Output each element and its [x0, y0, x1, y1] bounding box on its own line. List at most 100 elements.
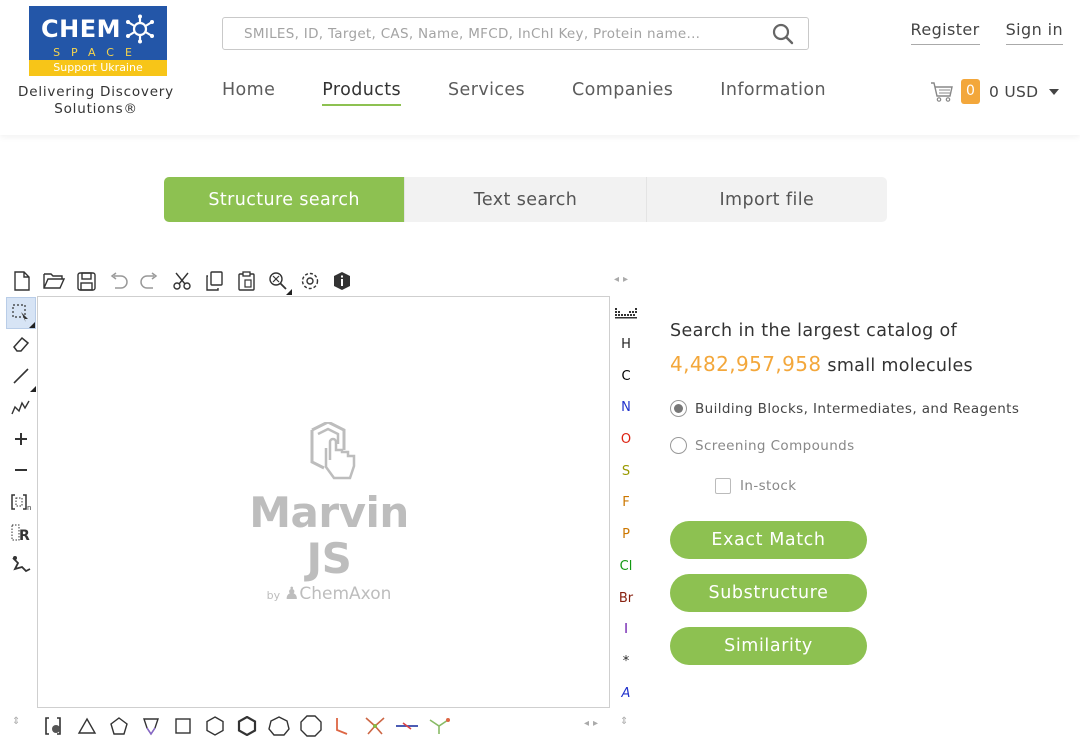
- heptagon-ring-icon[interactable]: [264, 711, 293, 740]
- radio-building-blocks[interactable]: [670, 400, 687, 417]
- molecule-count: 4,482,957,958: [670, 352, 822, 376]
- option-screening-compounds-label: Screening Compounds: [695, 437, 855, 454]
- new-document-icon[interactable]: [8, 267, 36, 295]
- atom-p[interactable]: P: [610, 519, 642, 551]
- radio-screening-compounds[interactable]: [670, 437, 687, 454]
- settings-gear-icon[interactable]: [296, 267, 324, 295]
- copy-icon[interactable]: [200, 267, 228, 295]
- undo-icon[interactable]: [104, 267, 132, 295]
- tagline-line1: Delivering Discovery: [18, 84, 174, 100]
- atom-o[interactable]: O: [610, 424, 642, 456]
- zoom-icon[interactable]: [264, 267, 292, 295]
- search-icon[interactable]: [768, 19, 798, 49]
- tab-import-file[interactable]: Import file: [645, 177, 887, 222]
- atom-cl[interactable]: Cl: [610, 551, 642, 583]
- atom-br[interactable]: Br: [610, 582, 642, 614]
- charge-minus-icon[interactable]: [6, 455, 36, 487]
- bottom-toolbar-scroll-arrows[interactable]: ◂▸: [584, 718, 602, 729]
- marvin-js-watermark: Marvin JS by ♟ChemAxon: [239, 420, 419, 604]
- octagon-ring-icon[interactable]: [296, 711, 325, 740]
- chain-icon[interactable]: [6, 392, 36, 424]
- tab-structure-search[interactable]: Structure search: [164, 177, 405, 222]
- register-link[interactable]: Register: [910, 20, 980, 45]
- single-bond-icon[interactable]: [6, 360, 36, 392]
- redo-icon[interactable]: [136, 267, 164, 295]
- nav-companies[interactable]: Companies: [572, 80, 673, 106]
- catalog-headline: Search in the largest catalog of: [670, 321, 958, 341]
- checkbox-in-stock[interactable]: [715, 478, 731, 494]
- editor-atom-toolbar: H C N O S F P Cl Br I * A: [610, 297, 642, 709]
- sign-in-link[interactable]: Sign in: [1005, 20, 1063, 45]
- rgroup-icon[interactable]: R: [6, 518, 36, 550]
- cyclopentane-envelope-icon[interactable]: [136, 711, 165, 740]
- benzene-ring-icon[interactable]: [232, 711, 261, 740]
- nav-home[interactable]: Home: [222, 80, 275, 106]
- atom-h[interactable]: H: [610, 329, 642, 361]
- nav-services[interactable]: Services: [448, 80, 525, 106]
- atom-any[interactable]: *: [610, 646, 642, 678]
- eraser-icon[interactable]: [6, 329, 36, 361]
- marvin-vendor-line: by ♟ChemAxon: [239, 584, 419, 604]
- reaction-arrow-icon[interactable]: [6, 549, 36, 581]
- ring-template-icon[interactable]: [360, 711, 389, 740]
- cart-total: 0 USD: [989, 82, 1039, 101]
- site-header: CHEM SPACE Support Ukraine Delivering Di…: [0, 0, 1080, 135]
- hexagon-ring-icon[interactable]: [200, 711, 229, 740]
- marvin-title: Marvin JS: [249, 488, 409, 583]
- logo-word: CHEM: [41, 15, 121, 43]
- option-building-blocks-label: Building Blocks, Intermediates, and Reag…: [695, 400, 1020, 417]
- exact-match-button[interactable]: Exact Match: [670, 521, 867, 559]
- atom-c[interactable]: C: [610, 360, 642, 392]
- rectangle-select-icon[interactable]: [6, 297, 36, 329]
- molecule-count-suffix: small molecules: [827, 356, 973, 376]
- right-toolbar-scroll-arrows[interactable]: ⇕: [620, 716, 632, 727]
- atom-f[interactable]: F: [610, 487, 642, 519]
- svg-text:n: n: [27, 504, 31, 511]
- nav-products[interactable]: Products: [322, 80, 402, 106]
- cart[interactable]: 0 0 USD: [930, 79, 1060, 104]
- chevron-down-icon[interactable]: [1049, 88, 1060, 95]
- search-input[interactable]: [223, 18, 768, 49]
- option-in-stock[interactable]: In-stock: [715, 478, 1050, 494]
- square-ring-icon[interactable]: [168, 711, 197, 740]
- y-template-icon[interactable]: [424, 711, 453, 740]
- option-screening-compounds[interactable]: Screening Compounds: [670, 437, 1050, 454]
- molecule-gear-icon: [125, 14, 154, 44]
- similarity-button[interactable]: Similarity: [670, 627, 867, 665]
- top-toolbar-scroll-arrows[interactable]: ◂▸: [614, 274, 632, 285]
- sgroup-bracket-icon[interactable]: n: [6, 486, 36, 518]
- chemspace-logo[interactable]: CHEM SPACE Support Ukraine: [29, 6, 167, 82]
- editor-bottom-toolbar: [40, 711, 453, 740]
- paste-icon[interactable]: [232, 267, 260, 295]
- atom-s[interactable]: S: [610, 455, 642, 487]
- chemaxon-logo-icon: ♟: [284, 584, 300, 604]
- structure-drawing-canvas[interactable]: Marvin JS by ♟ChemAxon: [37, 296, 610, 708]
- template-library-icon[interactable]: [40, 711, 69, 740]
- pentagon-ring-icon[interactable]: [104, 711, 133, 740]
- main-nav: Home Products Services Companies Informa…: [222, 80, 873, 106]
- tagline-line2: Solutions®: [54, 101, 138, 117]
- catalog-count-line: 4,482,957,958 small molecules: [670, 352, 1050, 376]
- open-folder-icon[interactable]: [40, 267, 68, 295]
- save-icon[interactable]: [72, 267, 100, 295]
- atom-list-a[interactable]: A: [610, 677, 642, 709]
- charge-plus-icon[interactable]: [6, 423, 36, 455]
- nav-information[interactable]: Information: [720, 80, 826, 106]
- substructure-button[interactable]: Substructure: [670, 574, 867, 612]
- auth-links: Register Sign in: [910, 20, 1063, 45]
- dropdown-corner-icon: [286, 289, 292, 295]
- periodic-table-icon[interactable]: [610, 297, 642, 329]
- info-icon[interactable]: [328, 267, 356, 295]
- atom-n[interactable]: N: [610, 392, 642, 424]
- l-template-icon[interactable]: [328, 711, 357, 740]
- cart-count-badge: 0: [961, 79, 980, 104]
- chain-template-icon[interactable]: [392, 711, 421, 740]
- cart-icon[interactable]: [930, 81, 954, 103]
- tab-text-search[interactable]: Text search: [404, 177, 645, 222]
- left-toolbar-scroll-arrows[interactable]: ⇕: [12, 716, 24, 727]
- marvin-by: by: [266, 589, 281, 602]
- option-building-blocks[interactable]: Building Blocks, Intermediates, and Reag…: [670, 400, 1050, 417]
- triangle-ring-icon[interactable]: [72, 711, 101, 740]
- cut-icon[interactable]: [168, 267, 196, 295]
- atom-i[interactable]: I: [610, 614, 642, 646]
